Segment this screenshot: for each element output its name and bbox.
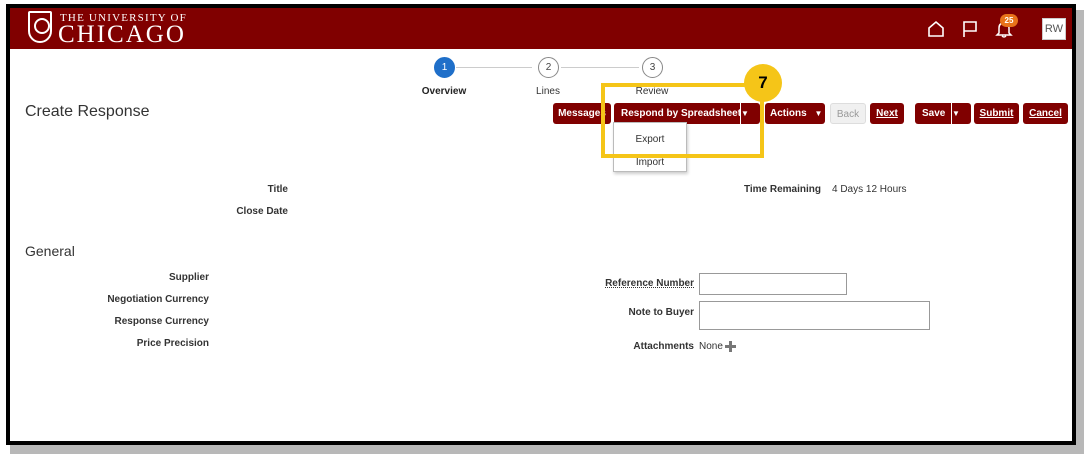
university-seal-icon: [28, 11, 52, 43]
callout-highlight-box: [601, 83, 764, 158]
back-button[interactable]: Back: [830, 103, 866, 124]
time-remaining-value: 4 Days 12 Hours: [832, 184, 907, 195]
actions-label: Actions: [770, 108, 807, 119]
train-connector: [456, 67, 532, 68]
reference-number-label: Reference Number: [605, 278, 694, 289]
attachments-label: Attachments: [633, 341, 694, 352]
train-stop-overview[interactable]: 1: [434, 57, 455, 78]
general-section-heading: General: [25, 243, 75, 259]
save-label: Save: [922, 108, 946, 119]
supplier-label: Supplier: [168, 272, 209, 283]
save-dropdown-icon[interactable]: ▼: [951, 103, 971, 124]
cancel-button[interactable]: Cancel: [1023, 103, 1068, 124]
user-avatar[interactable]: RW: [1042, 18, 1066, 40]
home-icon[interactable]: [926, 19, 946, 39]
price-precision-label: Price Precision: [136, 338, 209, 349]
close-date-label: Close Date: [236, 206, 288, 217]
submit-button[interactable]: Submit: [974, 103, 1019, 124]
time-remaining-label: Time Remaining: [743, 184, 821, 195]
attachments-value: None: [699, 341, 723, 352]
note-to-buyer-label: Note to Buyer: [628, 307, 694, 318]
train-label-overview: Overview: [421, 86, 467, 97]
chevron-down-icon: ▼: [814, 109, 823, 118]
logo-line2: CHICAGO: [58, 21, 186, 48]
train-label-lines: Lines: [536, 86, 560, 97]
save-button[interactable]: Save ▼: [915, 103, 971, 124]
app-header: THE UNIVERSITY OF CHICAGO 25 RW: [10, 8, 1072, 49]
title-label: Title: [267, 184, 288, 195]
flag-icon[interactable]: [960, 19, 980, 39]
notification-count-badge: 25: [1000, 14, 1018, 27]
step-number-badge: 7: [744, 64, 782, 102]
train-stop-review[interactable]: 3: [642, 57, 663, 78]
actions-button[interactable]: Actions ▼: [765, 103, 825, 124]
add-attachment-icon[interactable]: [725, 341, 736, 352]
response-currency-label: Response Currency: [114, 316, 209, 327]
page-title: Create Response: [25, 103, 150, 120]
menu-item-import[interactable]: Import: [614, 157, 686, 168]
train-connector: [561, 67, 639, 68]
reference-number-input[interactable]: [699, 273, 847, 295]
next-button[interactable]: Next: [870, 103, 904, 124]
screenshot-frame: THE UNIVERSITY OF CHICAGO 25 RW 1 2 3 Ov…: [6, 4, 1076, 445]
negotiation-currency-label: Negotiation Currency: [107, 294, 209, 305]
note-to-buyer-textarea[interactable]: [699, 301, 930, 330]
train-stop-lines[interactable]: 2: [538, 57, 559, 78]
